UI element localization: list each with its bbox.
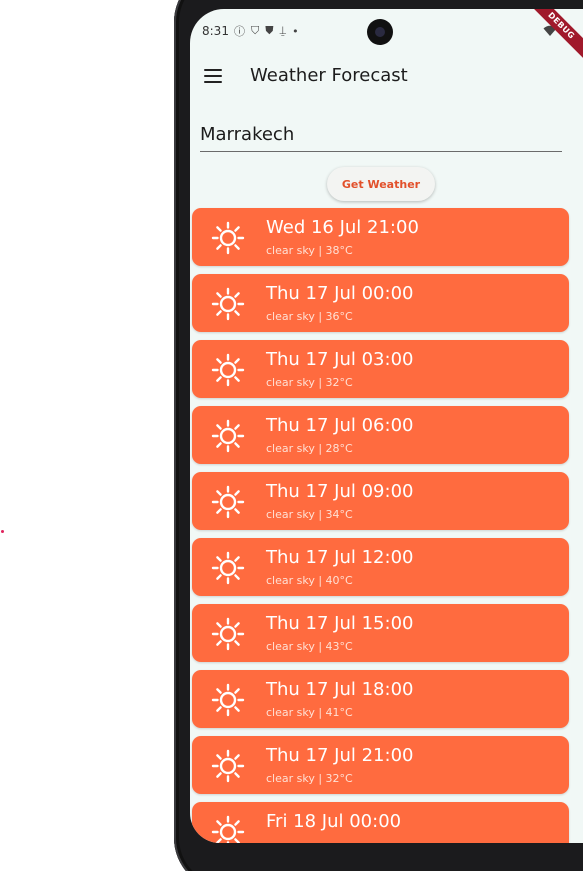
stray-dot — [1, 530, 4, 533]
forecast-datetime: Thu 17 Jul 03:00 — [266, 349, 414, 370]
sun-icon — [210, 748, 246, 784]
status-bar: 8:31 ⓘ ⛉ ⛊ ⍊ • DEBUG — [190, 9, 583, 67]
device-stage: 8:31 ⓘ ⛉ ⛊ ⍊ • DEBUG Weather Forecast Ma… — [0, 0, 583, 871]
forecast-summary: clear sky | 41°C — [266, 706, 353, 719]
phone-screen: 8:31 ⓘ ⛉ ⛊ ⍊ • DEBUG Weather Forecast Ma… — [190, 9, 583, 843]
forecast-datetime: Thu 17 Jul 21:00 — [266, 745, 414, 766]
forecast-summary: clear sky | 28°C — [266, 442, 353, 455]
forecast-datetime: Thu 17 Jul 15:00 — [266, 613, 414, 634]
page-title: Weather Forecast — [250, 65, 408, 86]
get-weather-button[interactable]: Get Weather — [327, 167, 435, 201]
forecast-card[interactable]: Fri 18 Jul 00:00 — [192, 802, 569, 843]
forecast-card[interactable]: Wed 16 Jul 21:00 clear sky | 38°C — [192, 208, 569, 266]
forecast-datetime: Thu 17 Jul 00:00 — [266, 283, 414, 304]
front-camera — [367, 19, 393, 45]
forecast-datetime: Thu 17 Jul 18:00 — [266, 679, 414, 700]
forecast-datetime: Thu 17 Jul 06:00 — [266, 415, 414, 436]
forecast-summary: clear sky | 38°C — [266, 244, 353, 257]
sun-icon — [210, 352, 246, 388]
forecast-list: Wed 16 Jul 21:00 clear sky | 38°C Thu 17 J… — [192, 208, 569, 843]
sun-icon — [210, 286, 246, 322]
forecast-summary: clear sky | 32°C — [266, 772, 353, 785]
mic-icon: ⍊ — [279, 24, 287, 37]
forecast-summary: clear sky | 34°C — [266, 508, 353, 521]
menu-icon[interactable] — [204, 69, 222, 83]
forecast-card[interactable]: Thu 17 Jul 21:00 clear sky | 32°C — [192, 736, 569, 794]
forecast-datetime: Thu 17 Jul 09:00 — [266, 481, 414, 502]
city-input[interactable] — [200, 117, 562, 152]
shield-icon: ⛉ — [251, 24, 260, 37]
forecast-datetime: Wed 16 Jul 21:00 — [266, 217, 419, 238]
forecast-summary: clear sky | 36°C — [266, 310, 353, 323]
sun-icon — [210, 616, 246, 652]
forecast-summary: clear sky | 32°C — [266, 376, 353, 389]
shield-filled-icon: ⛊ — [265, 24, 274, 37]
dot-icon: • — [292, 24, 299, 38]
sun-icon — [210, 220, 246, 256]
forecast-card[interactable]: Thu 17 Jul 09:00 clear sky | 34°C — [192, 472, 569, 530]
sun-icon — [210, 814, 246, 843]
forecast-datetime: Thu 17 Jul 12:00 — [266, 547, 414, 568]
app-bar: Weather Forecast — [190, 53, 583, 101]
forecast-card[interactable]: Thu 17 Jul 12:00 clear sky | 40°C — [192, 538, 569, 596]
sun-icon — [210, 550, 246, 586]
forecast-card[interactable]: Thu 17 Jul 03:00 clear sky | 32°C — [192, 340, 569, 398]
sun-icon — [210, 484, 246, 520]
forecast-card[interactable]: Thu 17 Jul 06:00 clear sky | 28°C — [192, 406, 569, 464]
status-notification-icons: ⓘ ⛉ ⛊ ⍊ • — [234, 23, 299, 39]
forecast-summary: clear sky | 40°C — [266, 574, 353, 587]
info-icon: ⓘ — [234, 25, 245, 38]
sun-icon — [210, 682, 246, 718]
forecast-card[interactable]: Thu 17 Jul 18:00 clear sky | 41°C — [192, 670, 569, 728]
forecast-card[interactable]: Thu 17 Jul 15:00 clear sky | 43°C — [192, 604, 569, 662]
forecast-datetime: Fri 18 Jul 00:00 — [266, 811, 402, 832]
sun-icon — [210, 418, 246, 454]
forecast-card[interactable]: Thu 17 Jul 00:00 clear sky | 36°C — [192, 274, 569, 332]
forecast-summary: clear sky | 43°C — [266, 640, 353, 653]
status-time: 8:31 — [202, 24, 229, 38]
